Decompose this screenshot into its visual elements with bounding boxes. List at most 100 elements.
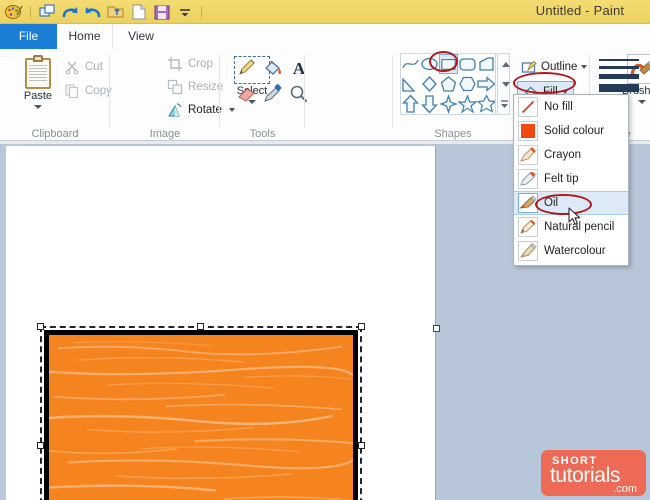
title-bar: Untitled - Paint — [0, 0, 650, 24]
fill-menu-item-crayon[interactable]: Crayon — [514, 143, 628, 167]
shape-six-point-star[interactable] — [476, 94, 495, 114]
resize-handle-nw[interactable] — [37, 323, 44, 330]
watermark-line-3: .com — [613, 483, 637, 495]
shapes-scroll-down-button[interactable] — [498, 74, 511, 94]
fill-menu-item-watercolour[interactable]: Watercolour — [514, 239, 628, 263]
copy-button[interactable]: Copy — [64, 83, 112, 99]
colour-picker-icon[interactable] — [262, 83, 284, 105]
shape-triangle[interactable] — [401, 74, 420, 94]
crop-button[interactable]: Crop — [167, 56, 213, 72]
paste-label: Paste — [23, 90, 53, 102]
fill-dropdown[interactable]: No fill Solid colour Crayon Felt tip Oil… — [513, 94, 629, 266]
tab-view-label: View — [128, 29, 154, 43]
rotate-icon — [167, 102, 183, 118]
canvas-resize-handle[interactable] — [433, 325, 440, 332]
tab-file-label: File — [18, 29, 39, 43]
cut-label: Cut — [85, 61, 103, 73]
copy-icon — [64, 83, 80, 99]
tools-group-label: Tools — [249, 128, 276, 140]
shape-down-arrow[interactable] — [420, 94, 439, 114]
paint-window: Untitled - Paint File Home View Paste Cu… — [0, 0, 650, 500]
natural-pencil-icon — [518, 217, 538, 237]
shape-oval[interactable] — [420, 54, 439, 74]
size-button[interactable] — [596, 55, 642, 97]
fill-menu-item-solid-colour[interactable]: Solid colour — [514, 119, 628, 143]
clipboard-group-label: Clipboard — [31, 128, 79, 140]
no-fill-icon — [518, 97, 538, 117]
pencil-icon[interactable] — [236, 57, 258, 79]
tabstrip-filler — [169, 24, 650, 49]
fill-menu-item-oil[interactable]: Oil — [514, 191, 628, 215]
shape-hexagon[interactable] — [458, 74, 477, 94]
shape-four-point-star[interactable] — [439, 93, 458, 114]
fill-menu-label-solid-colour: Solid colour — [544, 125, 605, 137]
watercolour-icon — [518, 241, 538, 261]
fill-menu-item-no-fill[interactable]: No fill — [514, 95, 628, 119]
tab-file[interactable]: File — [0, 24, 57, 49]
drawn-rectangle[interactable] — [37, 323, 365, 500]
ribbon-group-image: Select Crop Resize Rotate Image — [110, 49, 270, 141]
scissors-icon — [64, 59, 80, 75]
paste-button[interactable]: Paste — [12, 53, 64, 125]
resize-icon — [167, 79, 183, 95]
resize-handle-ne[interactable] — [358, 323, 365, 330]
ribbon-group-tools: A Tools — [220, 49, 307, 141]
shape-right-triangle[interactable] — [477, 54, 495, 74]
size-option-3[interactable] — [599, 74, 639, 79]
felt-tip-icon — [518, 169, 538, 189]
clipboard-icon — [23, 55, 53, 89]
outline-label: Outline — [541, 61, 578, 73]
size-option-2[interactable] — [599, 66, 639, 69]
fill-menu-label-crayon: Crayon — [544, 149, 582, 161]
solid-colour-icon — [518, 121, 538, 141]
tab-view[interactable]: View — [113, 24, 169, 49]
outline-button[interactable]: Outline — [517, 57, 591, 77]
copy-label: Copy — [85, 85, 112, 97]
fill-menu-label-felt-tip: Felt tip — [544, 173, 579, 185]
tab-home-label: Home — [68, 29, 101, 43]
shapes-scroll-up-button[interactable] — [498, 54, 511, 74]
fill-bucket-icon[interactable] — [262, 57, 284, 79]
resize-handle-w[interactable] — [37, 442, 44, 449]
fill-menu-item-natural-pencil[interactable]: Natural pencil — [514, 215, 628, 239]
outline-caret-icon[interactable] — [581, 65, 588, 69]
ribbon-tabs: File Home View — [0, 24, 650, 49]
fill-menu-item-felt-tip[interactable]: Felt tip — [514, 167, 628, 191]
shapes-group-label: Shapes — [434, 128, 472, 140]
shapes-scroll-buttons[interactable] — [497, 53, 510, 115]
shape-rectangle[interactable] — [439, 54, 458, 74]
size-option-1[interactable] — [599, 59, 639, 61]
resize-handle-e[interactable] — [358, 442, 365, 449]
shapes-gallery[interactable] — [400, 53, 496, 115]
fill-menu-label-natural-pencil: Natural pencil — [544, 221, 615, 233]
watermark-line-2: tutorials — [550, 464, 620, 487]
resize-button[interactable]: Resize — [167, 79, 223, 95]
cut-button[interactable]: Cut — [64, 59, 103, 75]
shape-right-arrow[interactable] — [477, 74, 495, 94]
rotate-label: Rotate — [188, 104, 222, 116]
ribbon-group-brushes: Brushes — [305, 49, 650, 141]
crop-icon — [167, 56, 183, 72]
shape-diamond[interactable] — [420, 74, 439, 94]
window-title-text: Untitled - Paint — [535, 3, 625, 18]
window-title: Untitled - Paint — [0, 3, 650, 18]
shape-rounded-rectangle[interactable] — [458, 54, 477, 74]
paste-caret-icon[interactable] — [34, 105, 42, 109]
crop-label: Crop — [188, 58, 213, 70]
fill-menu-label-no-fill: No fill — [544, 101, 573, 113]
resize-handle-n[interactable] — [197, 323, 204, 330]
ribbon-group-clipboard: Paste Cut Copy Clipboard — [0, 49, 112, 141]
shape-up-arrow[interactable] — [401, 94, 420, 114]
shape-pentagon[interactable] — [439, 74, 458, 94]
shorttutorials-watermark: SHORT tutorials .com — [541, 450, 646, 496]
shape-curve[interactable] — [401, 54, 420, 74]
shape-five-point-star[interactable] — [457, 94, 478, 114]
tab-home[interactable]: Home — [57, 24, 113, 49]
fill-menu-label-watercolour: Watercolour — [544, 245, 606, 257]
size-option-4[interactable] — [599, 84, 639, 92]
shape-outline — [44, 330, 358, 500]
shapes-expand-button[interactable] — [498, 94, 511, 114]
outline-icon — [521, 59, 537, 75]
fill-menu-label-oil: Oil — [544, 197, 559, 209]
eraser-icon[interactable] — [236, 83, 258, 105]
